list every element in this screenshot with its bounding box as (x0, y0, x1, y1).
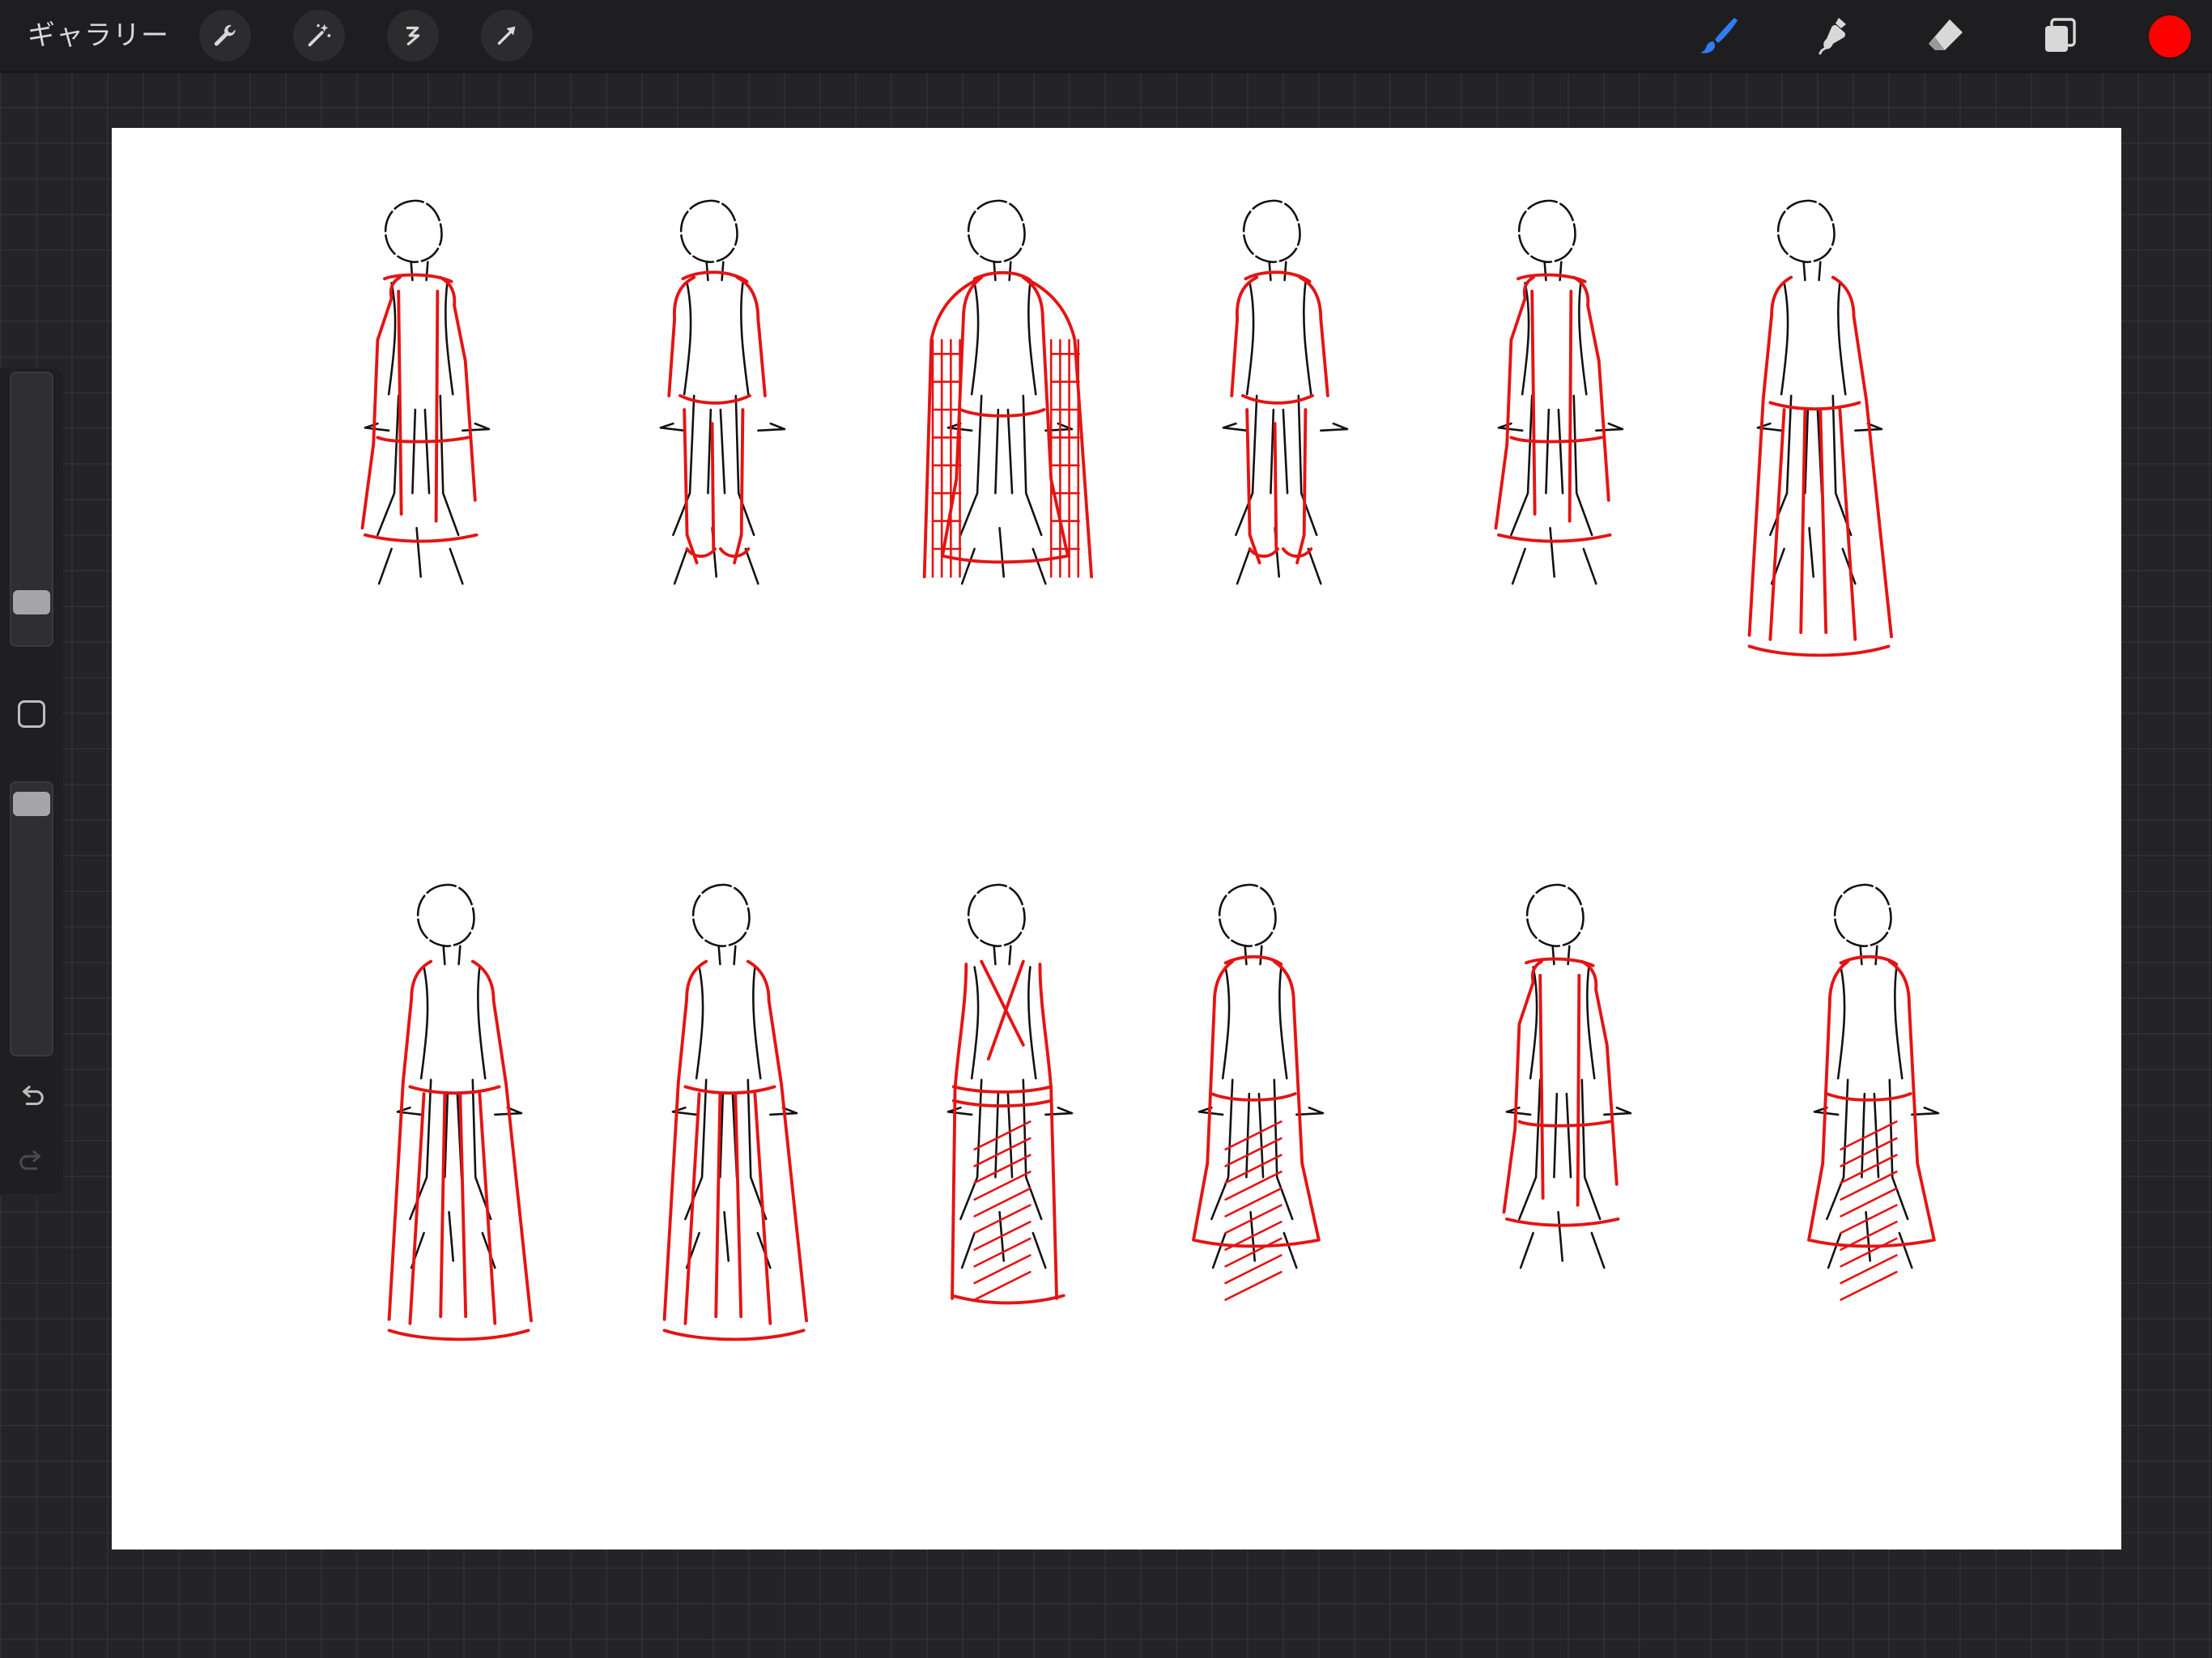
adjustments-wand-icon[interactable] (293, 10, 345, 62)
selection-icon[interactable] (387, 10, 439, 62)
sketch-artwork (360, 199, 1940, 1341)
figure-sketch-9 (946, 883, 1074, 1305)
figure-sketch-8 (662, 883, 808, 1341)
figure-sketch-2 (659, 199, 786, 585)
top-toolbar: ギャラリー (0, 0, 2212, 73)
color-picker-button[interactable] (2149, 15, 2191, 57)
figure-sketch-12 (1807, 883, 1940, 1301)
figure-sketch-11 (1502, 883, 1632, 1269)
brush-size-slider[interactable] (10, 372, 53, 647)
layers-icon[interactable] (2034, 10, 2086, 62)
figure-sketch-3 (922, 199, 1094, 585)
transform-arrow-icon[interactable] (481, 10, 533, 62)
brush-size-thumb[interactable] (13, 589, 50, 614)
drawing-canvas[interactable] (112, 128, 2121, 1550)
figure-sketch-4 (1222, 199, 1349, 585)
redo-icon[interactable] (15, 1144, 49, 1178)
brush-icon[interactable] (1692, 10, 1744, 62)
gallery-button[interactable]: ギャラリー (28, 15, 169, 57)
actions-wrench-icon[interactable] (199, 10, 251, 62)
figure-sketch-1 (360, 199, 491, 585)
eraser-icon[interactable] (1919, 10, 1971, 62)
figure-sketch-5 (1494, 199, 1624, 585)
opacity-slider[interactable] (10, 781, 53, 1056)
figure-sketch-6 (1747, 199, 1893, 657)
left-sidebar (0, 368, 63, 1194)
opacity-thumb[interactable] (13, 792, 50, 817)
figure-sketch-7 (387, 883, 533, 1341)
smudge-icon[interactable] (1806, 10, 1857, 62)
figure-sketch-10 (1192, 883, 1325, 1301)
modify-button[interactable] (18, 700, 45, 728)
undo-icon[interactable] (15, 1079, 49, 1113)
